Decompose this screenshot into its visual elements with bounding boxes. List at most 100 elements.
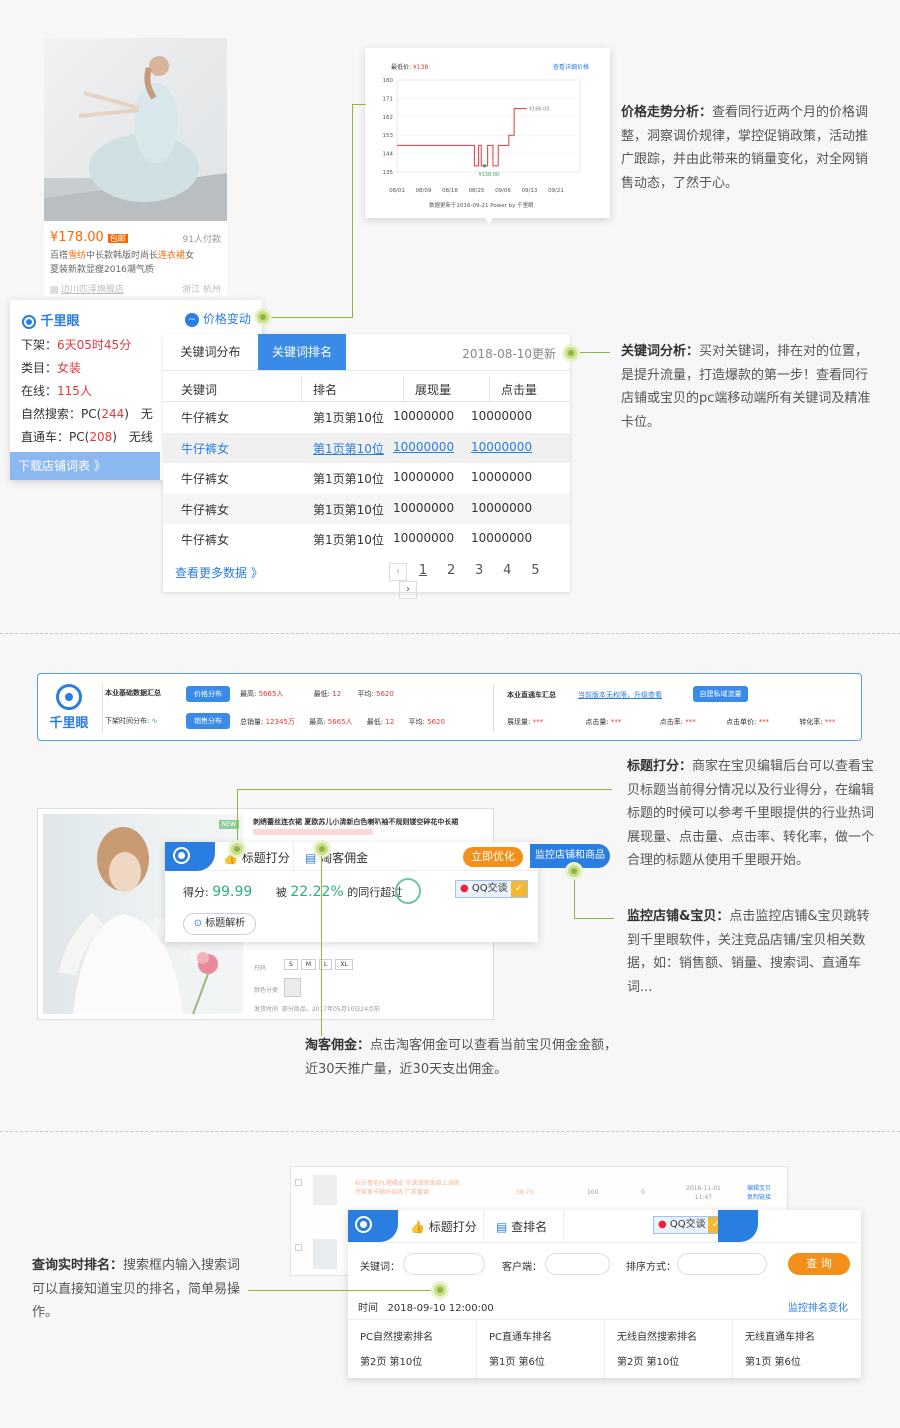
bg-price: 38.70 — [516, 1189, 534, 1196]
column-header[interactable]: 点击量 — [501, 381, 537, 398]
max-price-label: ¥166.00 — [529, 107, 550, 113]
table-cell: 牛仔裤女 — [181, 533, 230, 547]
x-tick-label: 08/25 — [469, 188, 485, 194]
row-checkbox[interactable] — [295, 1244, 302, 1251]
bar-logo: 千里眼 — [44, 684, 94, 731]
table-row[interactable]: 牛仔裤女 第1页第10位 10000000 10000000 — [163, 402, 570, 433]
qly-eye-icon — [355, 1216, 372, 1233]
bg-item-title: 标乐慢毛PL橙橘女 乐荣淑练练款上调练 坏家衷卡姆纤丝线 广家番锦 — [355, 1180, 460, 1196]
table-cell: 10000000 — [393, 470, 455, 484]
keyword-table: 关键词 排名 展现量 点击量 牛仔裤女 第1页第10位 10000000 10000000 牛仔… — [163, 376, 570, 555]
update-date: 2018-08-10更新 — [462, 347, 556, 361]
pointer-dot — [228, 840, 246, 858]
table-cell[interactable]: 牛仔裤女 — [181, 440, 229, 457]
keyword-input[interactable] — [403, 1253, 485, 1275]
shop-name[interactable]: 边川匹泽旗舰店 — [50, 282, 124, 295]
qq-chat-button[interactable]: ● QQ交谈 ✓ — [455, 880, 528, 898]
price-detail-link[interactable]: 查看详细价格 — [553, 62, 589, 71]
summary-title: 本业基础数据汇总 — [105, 689, 161, 697]
y-tick-label: 162 — [383, 115, 394, 121]
optimize-button[interactable]: 立即优化 — [463, 847, 523, 867]
price-stats: 最高: 5665人 最低: 12 平均: 5620 — [240, 690, 394, 698]
monitor-rank-link[interactable]: 监控排名变化 — [788, 1299, 848, 1314]
info-row-online: 在线：115人 — [21, 384, 92, 398]
color-swatch[interactable] — [284, 978, 301, 997]
price-distribution-button[interactable]: 价格分布 — [186, 686, 230, 702]
table-row[interactable]: 牛仔裤女 第1页第10位 10000000 10000000 — [163, 432, 570, 463]
min-price-label: ¥138.00 — [478, 172, 499, 178]
size-s[interactable]: S — [284, 959, 298, 970]
size-m[interactable]: M — [300, 959, 316, 970]
dancer-image — [44, 56, 227, 221]
table-row[interactable]: 牛仔裤女 第1页第10位 10000000 10000000 — [163, 524, 570, 555]
page-4[interactable]: 4 — [503, 563, 511, 578]
free-shipping-badge: 包邮 — [107, 234, 128, 243]
tab-keyword-distribution[interactable]: 关键词分布 — [163, 334, 258, 370]
rank-column-title: PC直通车排名 — [489, 1332, 553, 1343]
size-options: S M L XL — [284, 959, 353, 970]
table-row[interactable]: 牛仔裤女 第1页第10位 10000000 10000000 — [163, 463, 570, 494]
table-cell[interactable]: 10000000 — [393, 440, 454, 454]
row-checkbox[interactable] — [295, 1179, 302, 1186]
product-card[interactable]: ¥178.00 包邮 91人付款 百搭雪纺中长款韩版时尚长连衣裙女 夏装新款显瘦… — [44, 38, 227, 296]
rank-column-value: 第2页 第10位 — [360, 1357, 423, 1368]
download-keywords-button[interactable]: 下载店铺词表 》 — [10, 452, 160, 480]
min-price-marker — [482, 164, 487, 168]
y-tick-label: 135 — [383, 170, 394, 176]
size-xl[interactable]: XL — [335, 959, 353, 970]
page-5[interactable]: 5 — [531, 563, 539, 578]
location: 浙江 杭州 — [182, 285, 221, 295]
table-cell: 牛仔裤女 — [181, 411, 230, 425]
table-cell: 10000000 — [393, 409, 455, 423]
qq-chat-button[interactable]: ● QQ交谈 ✓ — [653, 1216, 725, 1234]
product-photo[interactable] — [44, 38, 227, 221]
bg-actions[interactable]: 编辑宝贝 复制链接 — [747, 1184, 771, 1202]
page-3[interactable]: 3 — [475, 563, 483, 578]
row-thumb — [313, 1175, 337, 1205]
table-cell[interactable]: 10000000 — [471, 440, 532, 454]
page-1[interactable]: 1 — [419, 563, 427, 578]
table-row[interactable]: 牛仔裤女 第1页第10位 10000000 10000000 — [163, 493, 570, 524]
next-page-button[interactable]: › — [399, 581, 417, 599]
keyword-panel: 关键词分布 关键词排名 2018-08-10更新 关键词 排名 展现量 点击量 牛仔裤女… — [163, 334, 570, 599]
tab-title-score[interactable]: 👍 标题打分 — [410, 1218, 477, 1235]
client-select[interactable] — [545, 1253, 610, 1275]
sort-select[interactable] — [677, 1253, 767, 1275]
table-cell: 10000000 — [471, 500, 533, 515]
table-cell: 牛仔裤女 — [181, 472, 230, 486]
query-button[interactable]: 查 询 — [788, 1253, 850, 1275]
rank-column-title: PC自然搜索排名 — [360, 1332, 434, 1343]
query-time: 时间 2018-09-10 12:00:00 — [358, 1303, 494, 1314]
table-cell: 10000000 — [393, 500, 455, 515]
rank-results: PC自然搜索排名 第2页 第10位 PC直通车排名 第1页 第6位 无线自然搜索排名 第2… — [348, 1320, 861, 1378]
price-change-link[interactable]: ~ 价格变动 — [185, 310, 251, 327]
tab-keyword-ranking[interactable]: 关键词排名 — [258, 334, 346, 370]
pointer-dot — [565, 862, 583, 880]
pointer-dot — [431, 1281, 449, 1299]
plugin-logo-tab — [165, 842, 215, 871]
table-cell: 10000000 — [393, 531, 455, 545]
sales-distribution-button[interactable]: 销售分布 — [186, 713, 230, 729]
product-title[interactable]: 百搭雪纺中长款韩版时尚长连衣裙女 夏装新款显瘦2016潮气质 — [50, 249, 225, 277]
y-tick-label: 153 — [383, 133, 394, 139]
bg-date: 2016-11-01 11:47 — [686, 1185, 721, 1201]
page-2[interactable]: 2 — [447, 563, 455, 578]
column-header[interactable]: 关键词 — [181, 381, 217, 398]
rank-query-description: 查询实时排名：搜索框内输入搜索词可以直接知道宝贝的排名，简单易操作。 — [32, 1258, 241, 1320]
column-header[interactable]: 排名 — [313, 381, 337, 398]
tab-check-rank[interactable]: ▤ 查排名 — [496, 1218, 547, 1235]
private-traffic-button[interactable]: 自建私域流量 — [693, 686, 748, 702]
see-more-link[interactable]: 查看更多数据 》 — [175, 564, 263, 581]
shelf-distribution: 下架时间分布: ∿ — [105, 717, 158, 725]
x-tick-label: 09/06 — [495, 188, 511, 194]
color-label: 颜色分类 — [254, 987, 279, 994]
upgrade-link[interactable]: 当前版本无权限，升级查看 — [578, 690, 662, 700]
title-analysis-button[interactable]: ⊙ 标题解析 — [183, 913, 256, 935]
brand-logo: 千里眼 — [22, 310, 80, 329]
prev-page-button[interactable]: ‹ — [389, 563, 407, 581]
column-header[interactable]: 展现量 — [415, 381, 451, 398]
title-score-description: 标题打分：商家在宝贝编辑后台可以查看宝贝标题当前得分情况以及行业得分，在编辑标题… — [627, 759, 875, 868]
qly-eye-icon — [56, 684, 82, 710]
table-cell[interactable]: 第1页第10位 — [313, 440, 384, 457]
ztc-stats: 展现量: *** 点击量: *** 点击率: *** 点击单价: *** 转化率… — [507, 718, 836, 726]
